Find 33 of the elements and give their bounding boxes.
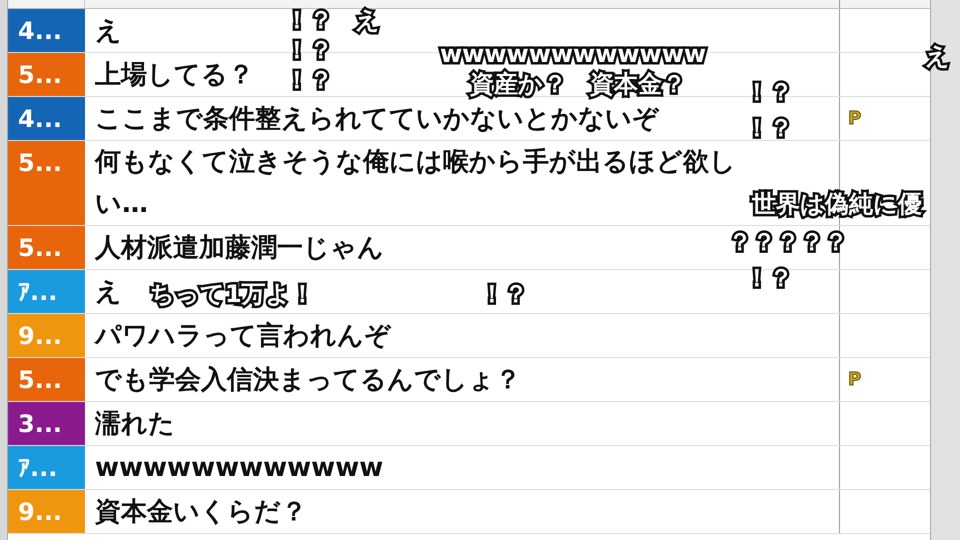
comment-text: ここまで条件整えられてていかないとかないぞ [95,102,659,136]
flowing-comment: ！？ [745,113,793,144]
premium-mark: P [848,368,862,392]
comment-number: 5... [8,358,85,401]
comment-text: パワハラって言われんぞ [95,320,391,352]
comment-number: ｱ... [8,446,85,489]
flowing-comment: ！？ [285,5,333,36]
comment-number: 9... [8,490,85,533]
comment-number: 5... [8,226,85,269]
comment-number: 4... [8,9,85,52]
flowing-comment: ！？ [285,65,333,96]
comment-text: 上場してる？ [95,58,254,92]
comment-text: 何もなくて泣きそうな俺には喉から手が出るほど欲しい… [95,146,737,221]
flowing-comment: ！？ [745,263,793,294]
comment-text: 濡れた [95,408,175,440]
flowing-comment: ！？ [745,77,793,108]
flowing-comment: ！？ [480,279,528,310]
comment-number: 3... [8,402,85,445]
comment-text: 人材派遣加藤潤一じゃん [95,232,384,264]
comment-number: 9... [8,314,85,357]
comment-number: ｱ... [8,270,85,313]
comment-number: 4... [8,97,85,140]
comment-text: え [95,14,122,48]
comment-number: 5... [8,53,85,96]
flowing-comment: ちって1万よ！ [150,279,315,310]
premium-mark: P [848,107,862,131]
comment-text: 資本金いくらだ？ [95,496,307,528]
comment-text: え [95,276,122,308]
comment-number: 5... [8,141,85,225]
flowing-comment: ！？ [285,35,333,66]
comment-text: でも学会入信決まってるんでしょ？ [95,364,521,396]
comment-text: wwwwwwwwwwww [95,452,384,484]
flowing-comment: ？？？？？ [728,227,848,258]
